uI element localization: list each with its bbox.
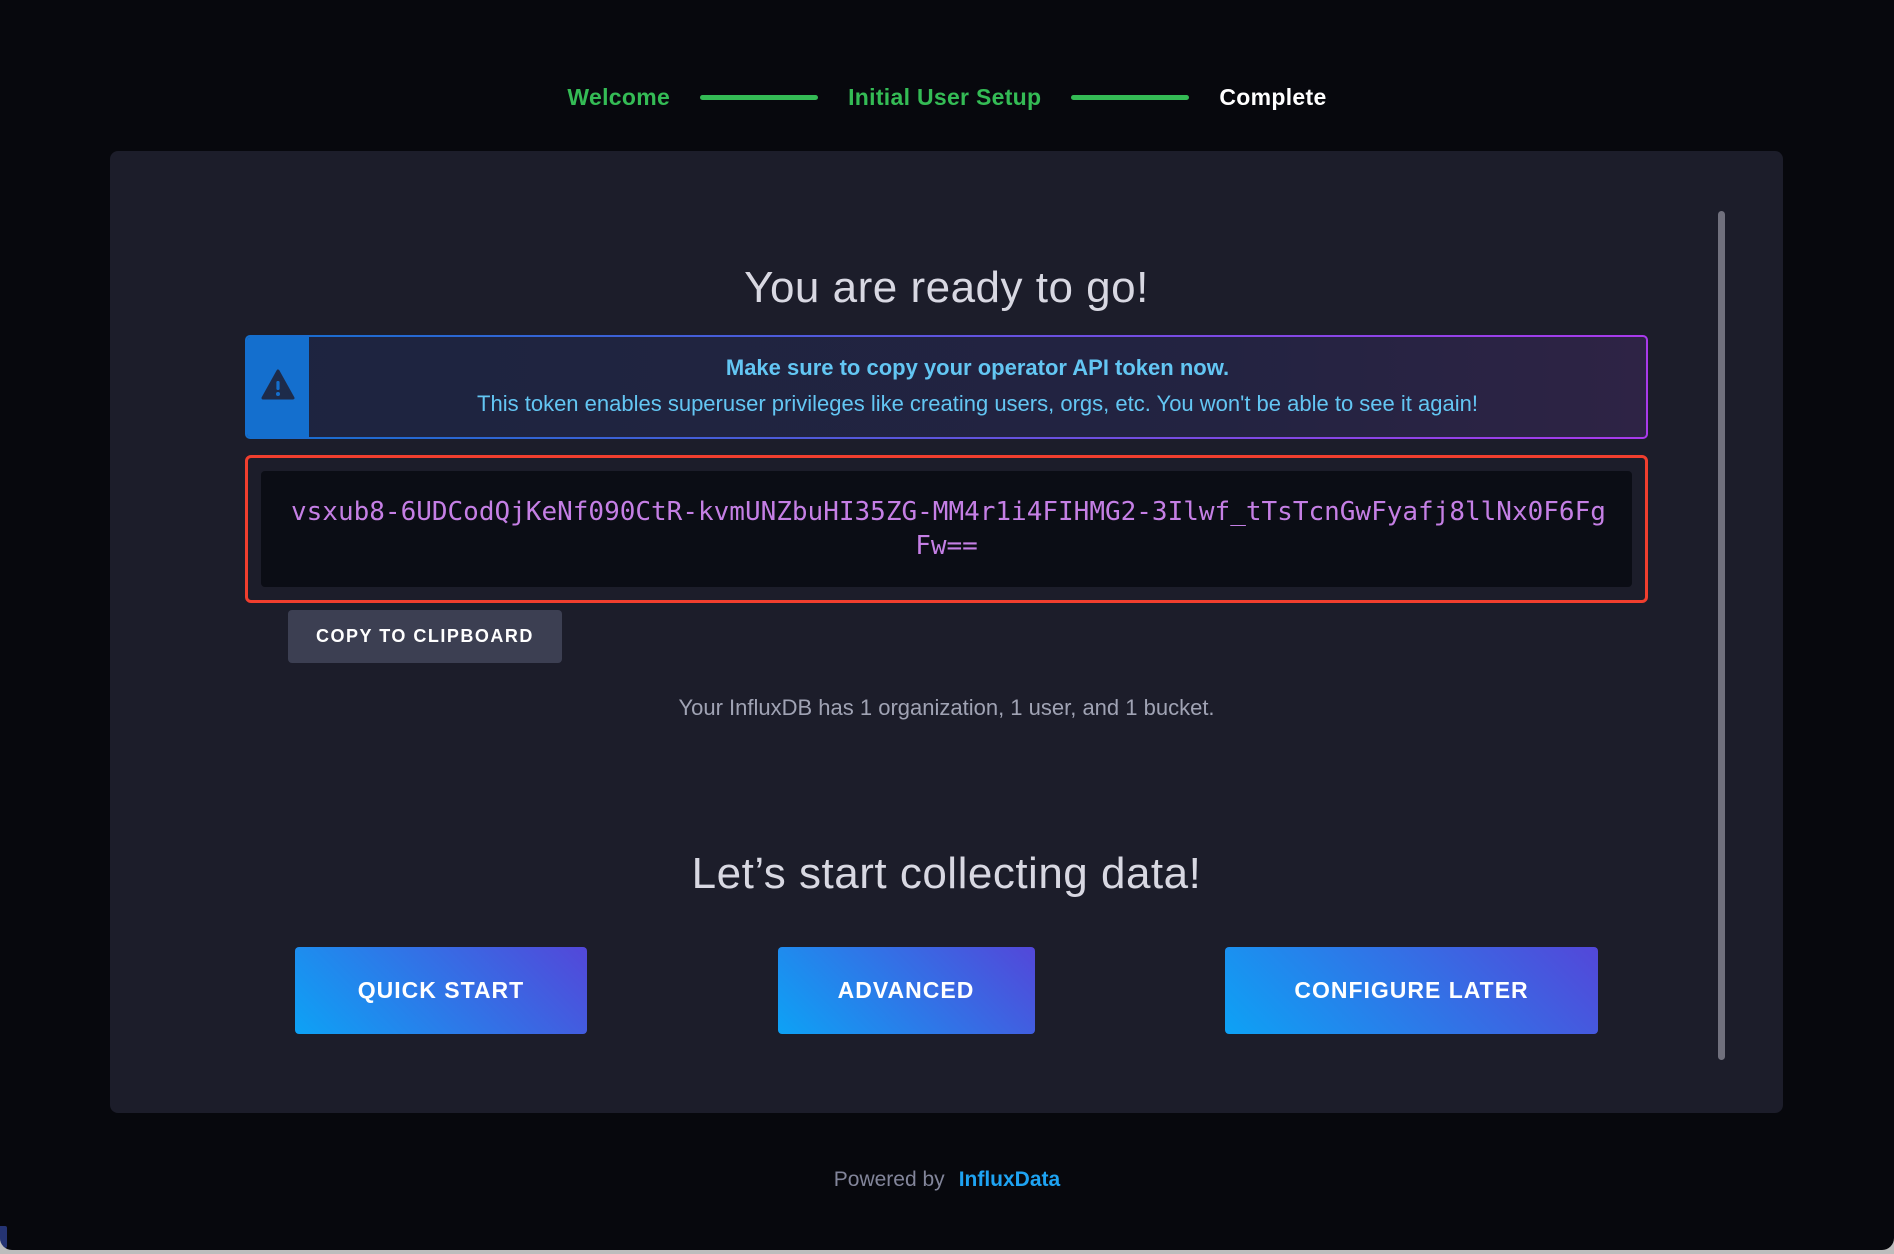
page-title: You are ready to go! — [245, 151, 1648, 313]
instance-summary-text: Your InfluxDB has 1 organization, 1 user… — [245, 695, 1648, 721]
step-connector-line — [700, 95, 818, 100]
step-welcome: Welcome — [567, 84, 670, 111]
warning-text-block: Make sure to copy your operator API toke… — [309, 337, 1646, 437]
cta-title: Let’s start collecting data! — [245, 721, 1648, 899]
api-token-field: vsxub8-6UDCodQjKeNf090CtR-kvmUNZbuHI35ZG… — [261, 471, 1632, 587]
api-token-highlight-box: vsxub8-6UDCodQjKeNf090CtR-kvmUNZbuHI35ZG… — [245, 455, 1648, 603]
api-token-value-line2: Fw== — [291, 529, 1602, 563]
powered-by-label: Powered by — [834, 1168, 945, 1192]
api-token-value-line1: vsxub8-6UDCodQjKeNf090CtR-kvmUNZbuHI35ZG… — [291, 495, 1602, 529]
warning-title: Make sure to copy your operator API toke… — [329, 350, 1626, 386]
step-initial-user-setup: Initial User Setup — [848, 84, 1041, 111]
scrollbar-thumb[interactable] — [1718, 211, 1725, 1060]
quick-start-button[interactable]: QUICK START — [295, 947, 587, 1034]
warning-triangle-icon — [261, 369, 295, 406]
advanced-button[interactable]: ADVANCED — [778, 947, 1035, 1034]
warning-icon-cell — [247, 337, 309, 437]
setup-stepper: Welcome Initial User Setup Complete — [0, 84, 1894, 111]
step-complete: Complete — [1219, 84, 1326, 111]
configure-later-button[interactable]: CONFIGURE LATER — [1225, 947, 1598, 1034]
warning-body: This token enables superuser privileges … — [329, 386, 1626, 422]
setup-wizard-page: Welcome Initial User Setup Complete You … — [0, 0, 1894, 1250]
step-connector-line — [1071, 95, 1189, 100]
token-warning-inner: Make sure to copy your operator API toke… — [247, 337, 1646, 437]
window-edge-artifact — [0, 1226, 7, 1248]
cta-button-row: QUICK START ADVANCED CONFIGURE LATER — [295, 947, 1598, 1034]
completion-card: You are ready to go! Make sure to copy y… — [110, 151, 1783, 1113]
copy-to-clipboard-button[interactable]: COPY TO CLIPBOARD — [288, 610, 562, 663]
token-warning-banner: Make sure to copy your operator API toke… — [245, 335, 1648, 439]
footer: Powered by InfluxData — [0, 1168, 1894, 1192]
influxdata-brand-link[interactable]: InfluxData — [959, 1168, 1061, 1192]
